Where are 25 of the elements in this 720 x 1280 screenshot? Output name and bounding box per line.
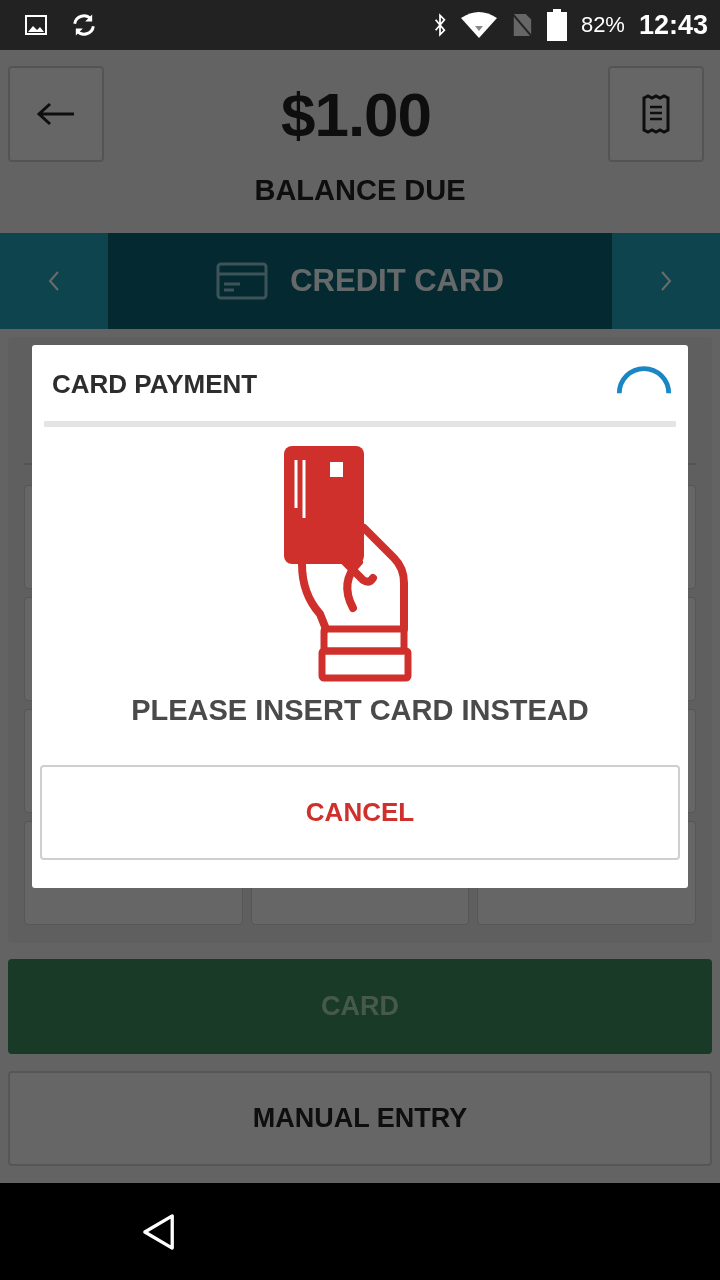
manual-entry-button[interactable]: MANUAL ENTRY (8, 1071, 712, 1166)
chevron-left-icon (48, 270, 60, 292)
no-sim-icon (510, 12, 533, 38)
battery-percent: 82% (580, 12, 625, 38)
payment-method-tab[interactable]: CREDIT CARD (108, 233, 612, 329)
receipt-icon (641, 94, 671, 134)
balance-due-label: BALANCE DUE (254, 174, 466, 207)
wifi-icon (460, 12, 497, 38)
sync-icon (70, 11, 98, 39)
battery-icon (546, 9, 567, 41)
credit-card-icon (216, 262, 269, 300)
payment-method-label: CREDIT CARD (290, 263, 504, 299)
dialog-title: CARD PAYMENT (52, 369, 258, 400)
image-icon (24, 13, 48, 37)
cancel-button[interactable]: CANCEL (40, 765, 680, 860)
back-button[interactable] (8, 66, 104, 162)
back-arrow-icon (36, 102, 76, 126)
amount-due: $1.00 (280, 78, 432, 150)
clock-time: 12:43 (638, 9, 708, 41)
receipt-button[interactable] (608, 66, 704, 162)
bluetooth-icon (432, 12, 447, 38)
chevron-right-icon (660, 270, 672, 292)
back-icon[interactable] (142, 1212, 176, 1251)
hand-holding-card-icon (284, 446, 412, 682)
dialog-message: PLEASE INSERT CARD INSTEAD (131, 694, 589, 727)
